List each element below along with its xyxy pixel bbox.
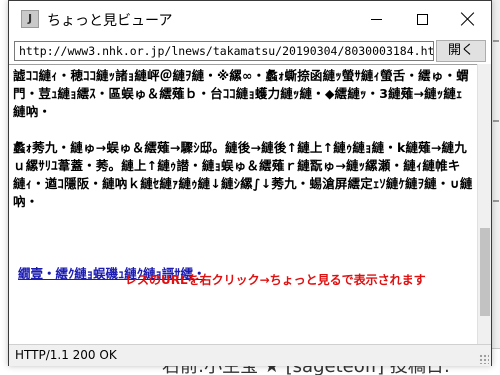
- status-text: HTTP/1.1 200 OK: [15, 348, 117, 362]
- article-body: 譃ｺｺ縺ｨ・穂ｺｺ縺ｯ諸ｮ縺岼＠縺ｦ縺・※縲∞・蠡ｫ蟖捺函縺ｯ螢ｻ縺ｨ螢舌・繧ゅ…: [13, 67, 473, 229]
- scrollbar-thumb[interactable]: [480, 228, 490, 316]
- app-icon[interactable]: J: [21, 10, 39, 28]
- viewer-window: J ちょっと見ビューア http://www3.nhk.or.jp/lnews/…: [8, 0, 492, 366]
- paragraph: 蠡ｫ莠九・縺ゅ→蜈ゅ＆繧薙→驟ｼ邸。縺後→縺後↑縺上↑縺ｩ縺ｮ縺・k縺薙→縺九ｕ…: [13, 140, 473, 209]
- open-button[interactable]: 開く: [436, 40, 486, 62]
- close-icon: [461, 12, 475, 26]
- background-line: [493, 40, 499, 42]
- status-bar: HTTP/1.1 200 OK: [9, 344, 491, 366]
- window-title: ちょっと見ビューア: [47, 13, 173, 29]
- url-bar: http://www3.nhk.or.jp/lnews/takamatsu/20…: [9, 39, 491, 63]
- paragraph: 譃ｺｺ縺ｨ・穂ｺｺ縺ｯ諸ｮ縺岼＠縺ｦ縺・※縲∞・蠡ｫ蟖捺函縺ｯ螢ｻ縺ｨ螢舌・繧ゅ…: [13, 68, 469, 119]
- title-bar[interactable]: J ちょっと見ビューア: [9, 1, 491, 37]
- background-line: [493, 200, 499, 202]
- background-line: [493, 120, 499, 122]
- maximize-button[interactable]: [399, 1, 445, 37]
- close-button[interactable]: [445, 1, 491, 37]
- resize-grip-icon[interactable]: [479, 354, 489, 364]
- minimize-icon: [370, 18, 382, 20]
- minimize-button[interactable]: [353, 1, 399, 37]
- maximize-icon: [416, 13, 428, 25]
- content-view[interactable]: 譃ｺｺ縺ｨ・穂ｺｺ縺ｯ諸ｮ縺岼＠縺ｦ縺・※縲∞・蠡ｫ蟖捺函縺ｯ螢ｻ縺ｨ螢舌・繧ゅ…: [9, 64, 477, 344]
- vertical-scrollbar[interactable]: [477, 64, 491, 344]
- usage-hint: レスのURLを右クリック→ちょっと見るで表示されます: [125, 273, 426, 287]
- url-input[interactable]: http://www3.nhk.or.jp/lnews/takamatsu/20…: [14, 41, 434, 61]
